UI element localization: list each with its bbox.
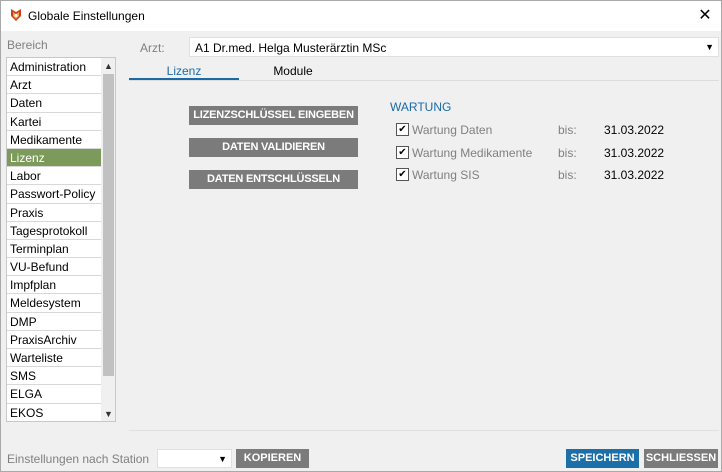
wartung-row: ✔ Wartung Medikamente bis: 31.03.2022 — [396, 146, 716, 160]
sidebar-scrollbar[interactable]: ▲ ▼ — [101, 58, 115, 421]
wartung-row-label: Wartung SIS — [412, 168, 480, 182]
sidebar-item-ekos[interactable]: EKOS — [7, 404, 101, 421]
wartung-sis-checkbox[interactable]: ✔ — [396, 168, 409, 181]
sidebar-item-impfplan[interactable]: Impfplan — [7, 276, 101, 295]
tab-lizenz[interactable]: Lizenz — [129, 64, 239, 78]
sidebar-item-warteliste[interactable]: Warteliste — [7, 349, 101, 368]
arzt-value: A1 Dr.med. Helga Musterärztin MSc — [195, 41, 387, 55]
wartung-row-date: 31.03.2022 — [604, 123, 665, 137]
chevron-up-icon[interactable]: ▲ — [101, 58, 115, 73]
chevron-down-icon: ▼ — [705, 42, 714, 52]
wartung-row-label: Wartung Medikamente — [412, 146, 533, 160]
sidebar-item-praxis[interactable]: Praxis — [7, 204, 101, 222]
sidebar-item-elga[interactable]: ELGA — [7, 385, 101, 404]
checkmark-icon: ✔ — [398, 168, 407, 180]
sidebar-item-meldesystem[interactable]: Meldesystem — [7, 294, 101, 313]
decrypt-data-button[interactable]: DATEN ENTSCHLÜSSELN — [189, 170, 358, 189]
wartung-row-bis: bis: — [558, 123, 577, 137]
sidebar-list: Administration Arzt Daten Kartei Medikamente… — [6, 57, 116, 422]
sidebar-item-passwort-policy[interactable]: Passwort-Policy — [7, 185, 101, 204]
save-button[interactable]: SPEICHERN — [566, 449, 639, 468]
sidebar-item-terminplan[interactable]: Terminplan — [7, 240, 101, 259]
wartung-row-bis: bis: — [558, 146, 577, 160]
wartung-row-label: Wartung Daten — [412, 123, 493, 137]
validate-data-button[interactable]: DATEN VALIDIEREN — [189, 138, 358, 157]
tab-module[interactable]: Module — [269, 64, 317, 78]
sidebar-item-praxisarchiv[interactable]: PraxisArchiv — [7, 331, 101, 349]
tab-bar: Lizenz Module — [129, 61, 719, 81]
sidebar-item-administration[interactable]: Administration — [7, 58, 101, 77]
sidebar-item-tagesprotokoll[interactable]: Tagesprotokoll — [7, 222, 101, 240]
enter-license-key-button[interactable]: LIZENZSCHLÜSSEL EINGEBEN — [189, 106, 358, 125]
sidebar-item-dmp[interactable]: DMP — [7, 313, 101, 331]
wartung-row: ✔ Wartung Daten bis: 31.03.2022 — [396, 123, 716, 137]
app-logo-icon — [11, 9, 21, 21]
arzt-select[interactable]: A1 Dr.med. Helga Musterärztin MSc ▼ — [189, 37, 719, 57]
arzt-label: Arzt: — [140, 41, 165, 55]
title-bar: Globale Einstellungen ✕ — [1, 1, 721, 31]
sidebar-item-labor[interactable]: Labor — [7, 167, 101, 186]
sidebar-label: Bereich — [7, 38, 48, 52]
wartung-heading: WARTUNG — [390, 100, 452, 114]
checkmark-icon: ✔ — [398, 146, 407, 158]
close-button[interactable]: SCHLIESSEN — [644, 449, 718, 468]
sidebar-item-medikamente[interactable]: Medikamente — [7, 131, 101, 149]
wartung-row: ✔ Wartung SIS bis: 31.03.2022 — [396, 168, 716, 182]
checkmark-icon: ✔ — [398, 123, 407, 135]
chevron-down-icon: ▼ — [218, 454, 227, 464]
sidebar-item-vu-befund[interactable]: VU-Befund — [7, 258, 101, 277]
sidebar-item-lizenz[interactable]: Lizenz — [7, 148, 101, 168]
wartung-row-date: 31.03.2022 — [604, 168, 665, 182]
window-title: Globale Einstellungen — [28, 9, 145, 23]
active-tab-indicator — [129, 78, 239, 80]
close-icon[interactable]: ✕ — [693, 4, 717, 26]
sidebar-item-kartei[interactable]: Kartei — [7, 113, 101, 131]
copy-button[interactable]: KOPIEREN — [236, 449, 309, 468]
station-select[interactable]: ▼ — [157, 449, 232, 468]
station-label: Einstellungen nach Station — [7, 452, 150, 466]
wartung-row-date: 31.03.2022 — [604, 146, 665, 160]
sidebar-item-arzt[interactable]: Arzt — [7, 76, 101, 95]
wartung-row-bis: bis: — [558, 168, 577, 182]
scroll-thumb[interactable] — [103, 74, 114, 376]
sidebar-item-daten[interactable]: Daten — [7, 94, 101, 113]
lizenz-panel: LIZENZSCHLÜSSEL EINGEBEN DATEN VALIDIERE… — [129, 81, 719, 431]
chevron-down-icon[interactable]: ▼ — [101, 406, 115, 421]
sidebar-items: Administration Arzt Daten Kartei Medikamente… — [7, 58, 101, 421]
wartung-daten-checkbox[interactable]: ✔ — [396, 123, 409, 136]
sidebar-item-sms[interactable]: SMS — [7, 367, 101, 386]
settings-window: Globale Einstellungen ✕ Bereich Administ… — [0, 0, 722, 472]
wartung-medikamente-checkbox[interactable]: ✔ — [396, 146, 409, 159]
